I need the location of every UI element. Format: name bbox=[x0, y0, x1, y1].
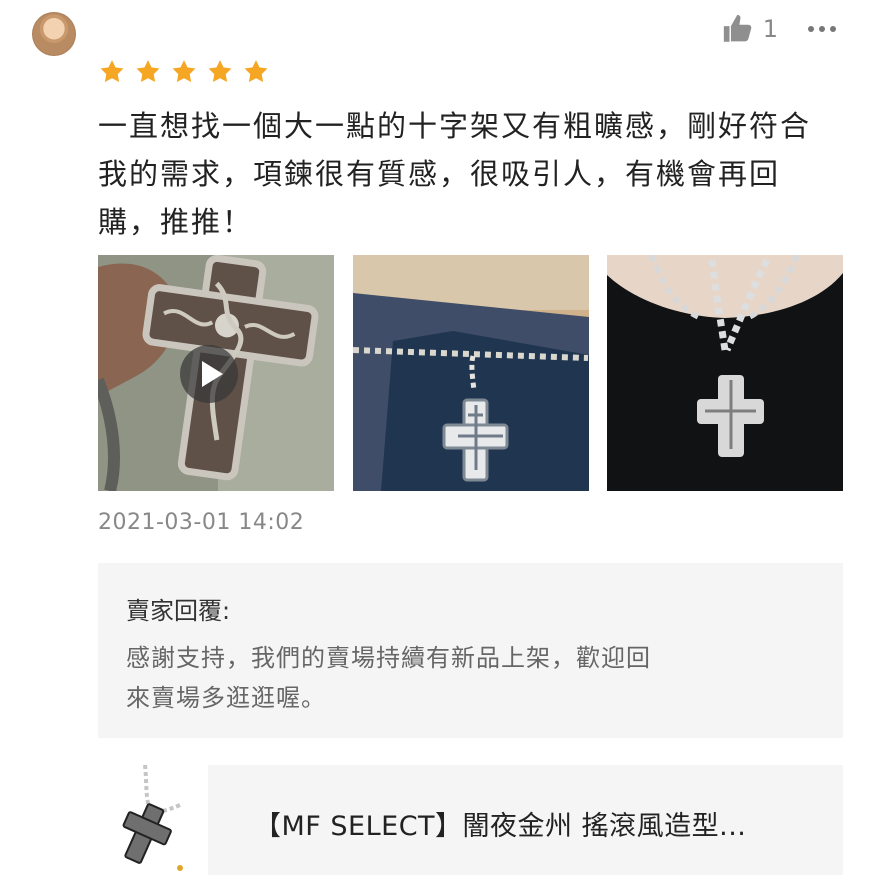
review-text-line: 一直想找一個大一點的十字架又有粗曠感，剛好符合 bbox=[98, 109, 812, 143]
review-text-line: 我的需求，項鍊很有質感，很吸引人，有機會再回 bbox=[98, 157, 781, 191]
like-count: 1 bbox=[762, 15, 778, 43]
cross-box-image bbox=[353, 255, 589, 491]
more-dot-icon bbox=[808, 26, 814, 32]
review-timestamp: 2021-03-01 14:02 bbox=[98, 510, 305, 535]
review-photo-thumbnail[interactable] bbox=[607, 255, 843, 491]
product-cross-icon bbox=[122, 764, 183, 871]
reviewer-avatar[interactable] bbox=[32, 12, 76, 56]
product-name: 【MF SELECT】闇夜金州 搖滾風造型... bbox=[254, 811, 747, 842]
review-text-line: 購，推推！ bbox=[98, 205, 254, 239]
thumbs-up-icon bbox=[723, 14, 752, 42]
worn-cross-image bbox=[607, 255, 843, 491]
seller-reply-line: 來賣場多逛逛喔。 bbox=[126, 684, 326, 712]
star-icon bbox=[244, 60, 268, 83]
like-button[interactable]: 1 bbox=[721, 12, 778, 46]
star-icon bbox=[100, 60, 124, 83]
review-photo-thumbnail[interactable] bbox=[353, 255, 589, 491]
review-video-thumbnail[interactable] bbox=[98, 255, 334, 491]
product-link-card[interactable]: 【MF SELECT】闇夜金州 搖滾風造型... bbox=[98, 764, 843, 875]
star-icon bbox=[136, 60, 160, 83]
star-icon bbox=[172, 60, 196, 83]
play-icon[interactable] bbox=[180, 345, 238, 403]
seller-reply-line: 感謝支持，我們的賣場持續有新品上架，歡迎回 bbox=[126, 644, 651, 672]
seller-reply-text: 感謝支持，我們的賣場持續有新品上架，歡迎回 來賣場多逛逛喔。 bbox=[126, 638, 816, 718]
rating-stars bbox=[98, 58, 270, 86]
product-thumbnail bbox=[98, 764, 208, 875]
more-options-button[interactable] bbox=[808, 26, 836, 32]
seller-reply-box: 賣家回覆: 感謝支持，我們的賣場持續有新品上架，歡迎回 來賣場多逛逛喔。 bbox=[98, 563, 843, 738]
more-dot-icon bbox=[819, 26, 825, 32]
review-text: 一直想找一個大一點的十字架又有粗曠感，剛好符合 我的需求，項鍊很有質感，很吸引人… bbox=[98, 102, 858, 246]
star-icon bbox=[208, 60, 232, 83]
more-dot-icon bbox=[830, 26, 836, 32]
seller-reply-title: 賣家回覆: bbox=[126, 597, 231, 625]
